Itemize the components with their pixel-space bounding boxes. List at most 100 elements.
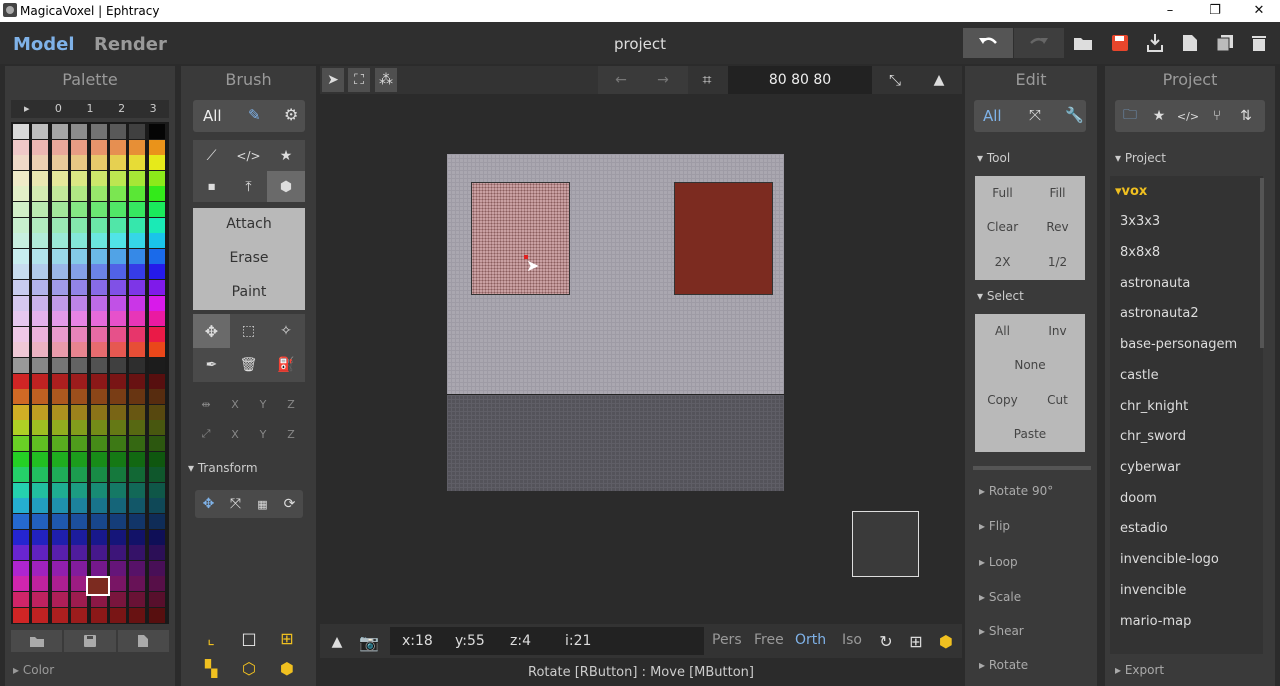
color-swatch[interactable] bbox=[32, 186, 49, 202]
color-swatch[interactable] bbox=[90, 560, 107, 576]
color-swatch[interactable] bbox=[148, 514, 165, 529]
file-list-item[interactable]: base-personagem bbox=[1120, 337, 1237, 352]
color-swatch[interactable] bbox=[148, 295, 165, 311]
palette-open-button[interactable] bbox=[11, 630, 63, 652]
color-swatch[interactable] bbox=[32, 404, 49, 420]
selected-color-swatch[interactable] bbox=[86, 576, 110, 596]
color-swatch[interactable] bbox=[71, 217, 88, 233]
file-list-item[interactable]: chr_knight bbox=[1120, 399, 1188, 414]
axis-z-button[interactable]: Z bbox=[277, 420, 305, 448]
star-brush-icon[interactable]: ★ bbox=[267, 140, 305, 171]
dimension-field[interactable]: 80 80 80 bbox=[728, 66, 872, 94]
color-swatch[interactable] bbox=[110, 217, 126, 233]
color-swatch[interactable] bbox=[110, 186, 126, 202]
color-swatch[interactable] bbox=[71, 373, 88, 389]
select-none-button[interactable]: None bbox=[975, 358, 1085, 372]
color-swatch[interactable] bbox=[13, 155, 29, 171]
color-swatch[interactable] bbox=[90, 186, 107, 202]
color-swatch[interactable] bbox=[51, 326, 68, 342]
color-swatch[interactable] bbox=[90, 358, 107, 373]
axis-x-button[interactable]: X bbox=[221, 420, 249, 448]
color-swatch[interactable] bbox=[129, 373, 146, 389]
mirror-y-button[interactable]: Y bbox=[249, 390, 277, 418]
color-swatch[interactable] bbox=[71, 186, 88, 202]
color-swatch[interactable] bbox=[51, 467, 68, 483]
color-swatch[interactable] bbox=[148, 576, 165, 592]
color-swatch[interactable] bbox=[90, 498, 107, 514]
scale-section[interactable]: ▸ Scale bbox=[979, 590, 1021, 604]
project-star-icon[interactable]: ★ bbox=[1146, 104, 1172, 128]
fill-button[interactable]: Fill bbox=[1030, 186, 1085, 200]
color-swatch[interactable] bbox=[32, 529, 49, 545]
color-swatch[interactable] bbox=[13, 264, 29, 280]
color-swatch[interactable] bbox=[90, 280, 107, 295]
full-button[interactable]: Full bbox=[975, 186, 1030, 200]
color-swatch[interactable] bbox=[129, 482, 146, 498]
color-swatch[interactable] bbox=[32, 124, 49, 139]
tool-section[interactable]: ▾ Tool bbox=[977, 151, 1010, 165]
view-cube-icon[interactable]: ⬢ bbox=[934, 629, 958, 653]
export-section[interactable]: ▸ Export bbox=[1115, 663, 1164, 677]
color-swatch[interactable] bbox=[32, 217, 49, 233]
color-swatch[interactable] bbox=[32, 467, 49, 483]
color-swatch[interactable] bbox=[110, 155, 126, 171]
file-list-item[interactable]: 3x3x3 bbox=[1120, 214, 1160, 229]
color-swatch[interactable] bbox=[32, 311, 49, 327]
color-swatch[interactable] bbox=[51, 592, 68, 607]
trash-icon[interactable]: 🗑 bbox=[230, 348, 267, 382]
copy-file-icon[interactable] bbox=[1216, 34, 1234, 52]
back-arrow-icon[interactable]: ← bbox=[606, 68, 636, 92]
color-swatch[interactable] bbox=[32, 389, 49, 405]
shape-square-icon[interactable]: □ bbox=[237, 626, 261, 650]
color-swatch[interactable] bbox=[110, 124, 126, 139]
color-swatch[interactable] bbox=[148, 482, 165, 498]
color-swatch[interactable] bbox=[32, 514, 49, 529]
paste-button[interactable]: Paste bbox=[975, 427, 1085, 441]
color-swatch[interactable] bbox=[51, 514, 68, 529]
color-swatch[interactable] bbox=[71, 342, 88, 358]
color-swatch[interactable] bbox=[90, 436, 107, 451]
color-swatch[interactable] bbox=[13, 280, 29, 295]
color-swatch[interactable] bbox=[32, 326, 49, 342]
color-swatch[interactable] bbox=[32, 295, 49, 311]
palette-save-button[interactable] bbox=[64, 630, 116, 652]
palette-new-button[interactable] bbox=[117, 630, 169, 652]
edit-wrench-icon[interactable]: 🔧 bbox=[1065, 106, 1084, 124]
select-box-icon[interactable]: ⬚ bbox=[230, 314, 267, 348]
edit-all-button[interactable]: All bbox=[983, 107, 1002, 125]
color-swatch[interactable] bbox=[51, 139, 68, 155]
viewport-canvas[interactable]: ➤ bbox=[320, 96, 962, 622]
color-swatch[interactable] bbox=[71, 592, 88, 607]
color-swatch[interactable] bbox=[129, 326, 146, 342]
color-swatch[interactable] bbox=[13, 358, 29, 373]
edit-expand-icon[interactable]: ⤧ bbox=[1029, 106, 1041, 124]
file-list-item[interactable]: estadio bbox=[1120, 521, 1168, 536]
color-swatch[interactable] bbox=[51, 311, 68, 327]
color-swatch[interactable] bbox=[32, 607, 49, 623]
color-swatch[interactable] bbox=[32, 420, 49, 436]
save-icon[interactable] bbox=[1111, 34, 1129, 52]
flip-section[interactable]: ▸ Flip bbox=[979, 519, 1010, 533]
crop-icon[interactable]: ⌗ bbox=[692, 68, 722, 92]
color-swatch[interactable] bbox=[129, 529, 146, 545]
color-swatch[interactable] bbox=[13, 592, 29, 607]
color-swatch[interactable] bbox=[71, 202, 88, 217]
color-swatch[interactable] bbox=[13, 467, 29, 483]
color-swatch[interactable] bbox=[71, 155, 88, 171]
axis-icon[interactable]: ⤢ bbox=[193, 420, 219, 448]
color-swatch[interactable] bbox=[90, 139, 107, 155]
project-code-icon[interactable]: </> bbox=[1175, 104, 1201, 128]
color-swatch[interactable] bbox=[13, 436, 29, 451]
color-swatch[interactable] bbox=[148, 529, 165, 545]
color-swatch[interactable] bbox=[71, 498, 88, 514]
project-sort-icon[interactable]: ⇅ bbox=[1233, 104, 1259, 128]
color-swatch[interactable] bbox=[148, 560, 165, 576]
color-swatch[interactable] bbox=[90, 467, 107, 483]
color-swatch[interactable] bbox=[71, 560, 88, 576]
color-swatch[interactable] bbox=[110, 607, 126, 623]
color-swatch[interactable] bbox=[71, 451, 88, 467]
color-swatch[interactable] bbox=[129, 420, 146, 436]
color-swatch[interactable] bbox=[51, 217, 68, 233]
color-swatch[interactable] bbox=[32, 373, 49, 389]
color-swatch[interactable] bbox=[129, 233, 146, 249]
